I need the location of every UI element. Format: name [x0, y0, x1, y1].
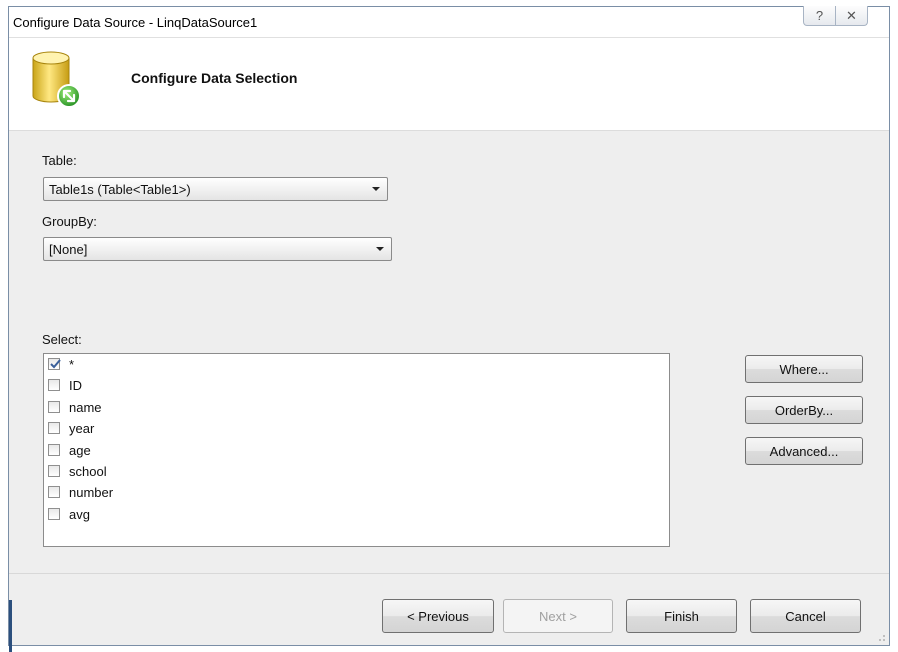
table-dropdown[interactable]: Table1s (Table<Table1>) [43, 177, 388, 201]
table-label: Table: [42, 153, 77, 168]
groupby-dropdown-value: [None] [49, 242, 88, 257]
checkbox[interactable] [48, 508, 60, 520]
list-item[interactable]: school [48, 462, 107, 480]
list-item-label: * [69, 356, 75, 372]
cancel-button[interactable]: Cancel [750, 599, 861, 633]
list-item-label: avg [69, 506, 90, 522]
list-item-label: year [69, 420, 95, 436]
list-item[interactable]: year [48, 419, 94, 437]
checkbox[interactable] [48, 486, 60, 498]
dialog-window: Configure Data Source - LinqDataSource1 … [8, 6, 890, 652]
checkbox[interactable] [48, 444, 60, 456]
list-item[interactable]: name [48, 398, 102, 416]
window-title: Configure Data Source - LinqDataSource1 [13, 15, 258, 30]
table-dropdown-value: Table1s (Table<Table1>) [49, 182, 191, 197]
next-button[interactable]: Next > [503, 599, 613, 633]
groupby-dropdown[interactable]: [None] [43, 237, 392, 261]
checkmark-icon [50, 359, 61, 369]
database-icon [32, 51, 81, 108]
list-item[interactable]: * [48, 355, 74, 373]
list-item-label: name [69, 399, 102, 415]
list-item-label: age [69, 442, 91, 458]
chevron-down-icon [376, 247, 384, 251]
advanced-button[interactable]: Advanced... [745, 437, 863, 465]
previous-button[interactable]: < Previous [382, 599, 494, 633]
footer-divider [9, 573, 889, 574]
header-title: Configure Data Selection [131, 70, 298, 86]
wizard-header: Configure Data Selection [9, 38, 889, 131]
checkbox[interactable] [48, 465, 60, 477]
list-item-label: school [69, 463, 107, 479]
list-item[interactable]: number [48, 483, 113, 501]
checkbox[interactable] [48, 401, 60, 413]
chevron-down-icon [372, 187, 380, 191]
list-item-label: ID [69, 377, 82, 393]
orderby-button[interactable]: OrderBy... [745, 396, 863, 424]
list-item-label: number [69, 484, 114, 500]
list-item[interactable]: ID [48, 376, 82, 394]
where-button[interactable]: Where... [745, 355, 863, 383]
close-icon: ✕ [846, 7, 857, 23]
checkbox[interactable] [48, 358, 61, 370]
close-button[interactable]: ✕ [835, 6, 868, 26]
checkbox[interactable] [48, 422, 60, 434]
select-label: Select: [42, 332, 82, 347]
select-column-list[interactable]: * ID name year age school number avg [43, 353, 670, 547]
list-item[interactable]: avg [48, 505, 90, 523]
finish-button[interactable]: Finish [626, 599, 737, 633]
help-button[interactable]: ? [803, 6, 836, 26]
list-item[interactable]: age [48, 441, 91, 459]
window-edge [9, 600, 12, 652]
groupby-label: GroupBy: [42, 214, 97, 229]
checkbox[interactable] [48, 379, 60, 391]
help-icon: ? [815, 8, 824, 23]
resize-grip-icon[interactable] [876, 632, 886, 642]
title-bar[interactable]: Configure Data Source - LinqDataSource1 … [9, 6, 889, 38]
